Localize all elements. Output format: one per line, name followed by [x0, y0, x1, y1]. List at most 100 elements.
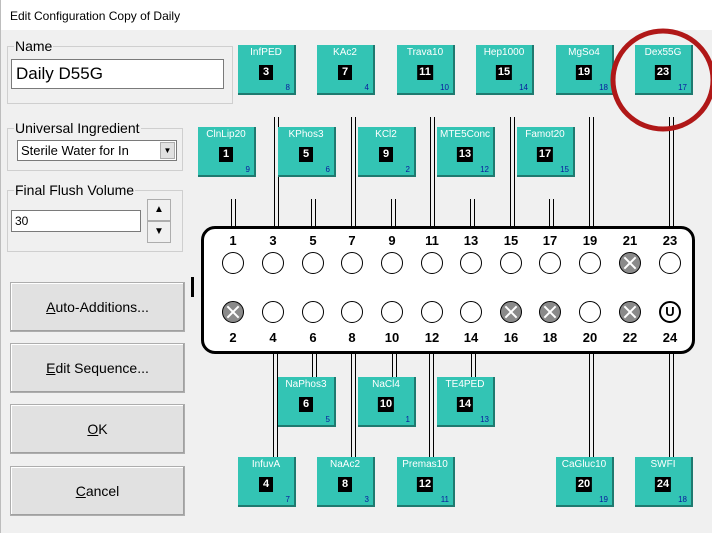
tubing-line — [351, 350, 356, 459]
tubing-line — [351, 117, 356, 230]
flush-decrement-button[interactable]: ▼ — [147, 221, 171, 243]
port-open-icon[interactable] — [222, 252, 244, 274]
tubing-line — [470, 199, 475, 229]
ingredient-tile[interactable]: TE4PED 14 13 — [437, 377, 495, 427]
port-number-label: 24 — [662, 330, 678, 345]
ingredient-tile[interactable]: InfuvA 4 7 — [238, 457, 296, 507]
ingredient-name: NaAc2 — [329, 459, 360, 470]
port-blocked-icon[interactable] — [619, 252, 641, 274]
ingredient-tile[interactable]: ClnLip20 1 9 — [198, 127, 256, 177]
port-open-icon[interactable] — [659, 252, 681, 274]
ingredient-name: InfPED — [250, 47, 282, 58]
universal-ingredient-select[interactable]: Sterile Water for In ▼ — [17, 140, 177, 161]
port-number-label: 20 — [582, 330, 598, 345]
port-number-label: 6 — [309, 330, 317, 345]
port-open-icon[interactable] — [341, 301, 363, 323]
port-open-icon[interactable] — [579, 301, 601, 323]
port-number-badge: 17 — [536, 147, 554, 162]
ingredient-tile[interactable]: Famot20 17 15 — [517, 127, 575, 177]
ingredient-tile[interactable]: KPhos3 5 6 — [278, 127, 336, 177]
port-number-label: 5 — [309, 233, 317, 248]
port-number-badge: 4 — [259, 477, 273, 492]
ingredient-tile[interactable]: Premas10 12 11 — [397, 457, 455, 507]
ingredient-name: CaGluc10 — [561, 459, 607, 470]
port-number-label: 9 — [388, 233, 396, 248]
port-open-icon[interactable] — [421, 301, 443, 323]
port-number-label: 19 — [582, 233, 598, 248]
sequence-number: 1 — [405, 415, 410, 424]
port-open-icon[interactable] — [262, 301, 284, 323]
sequence-number: 4 — [364, 83, 369, 92]
ingredient-name: Trava10 — [406, 47, 444, 58]
port-open-icon[interactable] — [381, 252, 403, 274]
tubing-line — [231, 199, 236, 229]
final-flush-volume-input[interactable]: 30 — [11, 210, 141, 232]
port-number-label: 17 — [542, 233, 558, 248]
port-number-label: 13 — [463, 233, 479, 248]
ingredient-tile[interactable]: Hep1000 15 14 — [476, 45, 534, 95]
port-open-icon[interactable] — [539, 252, 561, 274]
tubing-line — [669, 350, 674, 459]
edit-sequence-button[interactable]: Edit Sequence... — [10, 343, 185, 393]
sequence-number: 2 — [405, 165, 410, 174]
cancel-label: ancel — [85, 483, 120, 499]
ingredient-name: KPhos3 — [288, 129, 324, 140]
ingredient-tile[interactable]: NaPhos3 6 5 — [278, 377, 336, 427]
sequence-number: 12 — [480, 165, 489, 174]
ingredient-name: ClnLip20 — [206, 129, 246, 140]
port-number-badge: 9 — [379, 147, 393, 162]
sequence-number: 14 — [519, 83, 528, 92]
ingredient-tile[interactable]: NaAc2 8 3 — [317, 457, 375, 507]
cancel-button[interactable]: Cancel — [10, 466, 185, 516]
ingredient-name: TE4PED — [445, 379, 485, 390]
ingredient-tile[interactable]: SWFI 24 18 — [635, 457, 693, 507]
window-title: Edit Configuration Copy of Daily — [10, 9, 181, 23]
ingredient-tile[interactable]: InfPED 3 8 — [238, 45, 296, 95]
port-open-icon[interactable] — [460, 252, 482, 274]
tubing-line — [471, 350, 476, 379]
ok-button[interactable]: OK — [10, 404, 185, 454]
ingredient-tile[interactable]: MTE5Conc 13 12 — [437, 127, 495, 177]
port-open-icon[interactable] — [341, 252, 363, 274]
final-flush-volume-label: Final Flush Volume — [14, 182, 136, 198]
auto-additions-button[interactable]: Auto-Additions... — [10, 282, 185, 332]
ingredient-tile[interactable]: KAc2 7 4 — [317, 45, 375, 95]
port-number-label: 23 — [662, 233, 678, 248]
name-input[interactable]: Daily D55G — [11, 59, 224, 89]
ingredient-name: MgSo4 — [568, 47, 600, 58]
tubing-line — [549, 199, 554, 229]
edit-configuration-window: Edit Configuration Copy of Daily Name Da… — [0, 0, 712, 533]
port-open-icon[interactable] — [302, 301, 324, 323]
port-open-icon[interactable] — [421, 252, 443, 274]
ingredient-name: Famot20 — [525, 129, 565, 140]
port-blocked-icon[interactable] — [539, 301, 561, 323]
port-blocked-icon[interactable] — [500, 301, 522, 323]
port-open-icon[interactable] — [500, 252, 522, 274]
port-open-icon[interactable] — [381, 301, 403, 323]
port-open-icon[interactable] — [460, 301, 482, 323]
sequence-number: 6 — [325, 165, 330, 174]
ingredient-tile[interactable]: NaCl4 10 1 — [358, 377, 416, 427]
tubing-line — [430, 117, 435, 230]
port-open-icon[interactable] — [262, 252, 284, 274]
port-open-icon[interactable] — [302, 252, 324, 274]
flush-increment-button[interactable]: ▲ — [147, 199, 171, 221]
tubing-line — [312, 350, 317, 379]
ingredient-name: KAc2 — [333, 47, 357, 58]
port-blocked-icon[interactable] — [222, 301, 244, 323]
ingredient-tile[interactable]: Trava10 11 10 — [397, 45, 455, 95]
port-blocked-icon[interactable] — [619, 301, 641, 323]
ingredient-tile[interactable]: KCl2 9 2 — [358, 127, 416, 177]
auto-additions-label: uto-Additions... — [55, 299, 149, 315]
port-universal-icon[interactable]: U — [659, 301, 681, 323]
port-number-badge: 6 — [299, 397, 313, 412]
port-number-label: 18 — [542, 330, 558, 345]
port-number-label: 12 — [424, 330, 440, 345]
port-number-label: 15 — [503, 233, 519, 248]
port-number-badge: 5 — [299, 147, 313, 162]
port-number-badge: 20 — [575, 477, 593, 492]
tubing-line — [589, 117, 594, 230]
ingredient-tile[interactable]: CaGluc10 20 19 — [556, 457, 614, 507]
chevron-down-icon[interactable]: ▼ — [160, 142, 175, 159]
port-open-icon[interactable] — [579, 252, 601, 274]
